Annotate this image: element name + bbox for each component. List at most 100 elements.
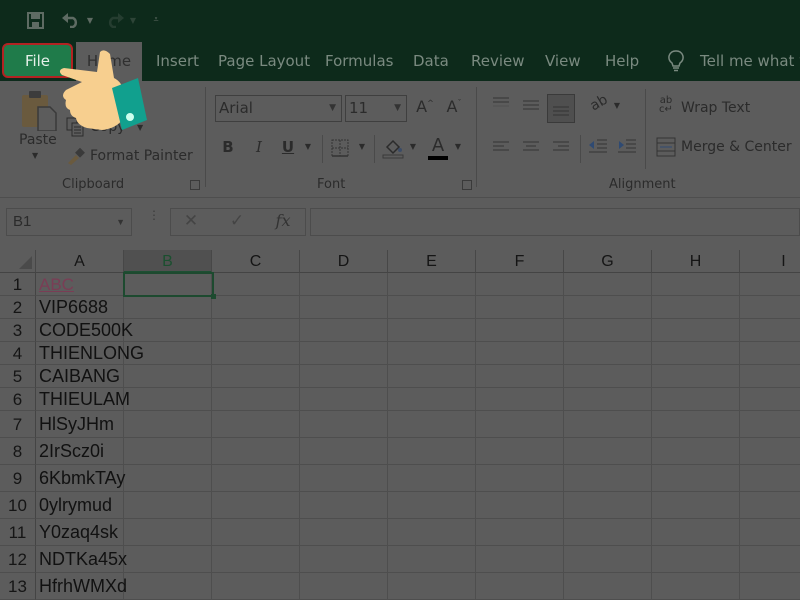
cell[interactable] bbox=[388, 438, 476, 465]
cell[interactable] bbox=[740, 438, 800, 465]
cell-a1[interactable]: ABC bbox=[36, 273, 124, 296]
cell[interactable] bbox=[124, 438, 212, 465]
column-header-f[interactable]: F bbox=[476, 250, 564, 273]
cell[interactable] bbox=[476, 319, 564, 342]
cell[interactable] bbox=[476, 411, 564, 438]
row-header[interactable]: 13 bbox=[0, 573, 36, 600]
cell[interactable] bbox=[476, 296, 564, 319]
cell[interactable] bbox=[124, 342, 212, 365]
name-box[interactable]: B1 ▼ bbox=[6, 208, 132, 236]
cell[interactable] bbox=[300, 273, 388, 296]
tab-view[interactable]: View bbox=[545, 42, 581, 81]
cell[interactable] bbox=[212, 319, 300, 342]
top-align-icon[interactable] bbox=[492, 97, 510, 109]
increase-font-size-icon[interactable]: A^ bbox=[415, 97, 435, 116]
cell[interactable] bbox=[212, 411, 300, 438]
cell[interactable] bbox=[564, 465, 652, 492]
tell-me-search[interactable]: Tell me what you want to do bbox=[700, 42, 800, 81]
cell[interactable] bbox=[124, 296, 212, 319]
cell[interactable] bbox=[652, 573, 740, 600]
cell[interactable] bbox=[124, 465, 212, 492]
fill-color-dropdown-icon[interactable]: ▼ bbox=[408, 142, 418, 151]
cell[interactable] bbox=[388, 411, 476, 438]
row-header[interactable]: 6 bbox=[0, 388, 36, 411]
cell[interactable] bbox=[300, 519, 388, 546]
cell[interactable] bbox=[564, 546, 652, 573]
row-header[interactable]: 7 bbox=[0, 411, 36, 438]
bottom-align-button[interactable] bbox=[547, 94, 575, 123]
decrease-indent-icon[interactable] bbox=[588, 138, 608, 154]
cell[interactable] bbox=[564, 273, 652, 296]
cell[interactable] bbox=[300, 296, 388, 319]
cell[interactable] bbox=[476, 388, 564, 411]
align-center-icon[interactable] bbox=[522, 141, 540, 153]
cell[interactable] bbox=[740, 342, 800, 365]
font-size-select[interactable]: 11 ▼ bbox=[345, 95, 407, 122]
cell[interactable] bbox=[212, 438, 300, 465]
cell[interactable] bbox=[388, 319, 476, 342]
cell[interactable] bbox=[564, 296, 652, 319]
cell[interactable] bbox=[300, 573, 388, 600]
cell[interactable] bbox=[212, 519, 300, 546]
cell[interactable] bbox=[388, 465, 476, 492]
cell[interactable] bbox=[212, 273, 300, 296]
row-header[interactable]: 3 bbox=[0, 319, 36, 342]
cell[interactable] bbox=[740, 319, 800, 342]
tab-insert[interactable]: Insert bbox=[156, 42, 199, 81]
cell-a9[interactable]: 6KbmkTAy bbox=[36, 465, 125, 492]
row-header[interactable]: 2 bbox=[0, 296, 36, 319]
cell[interactable] bbox=[388, 388, 476, 411]
row-header[interactable]: 5 bbox=[0, 365, 36, 388]
cell[interactable] bbox=[124, 519, 212, 546]
cell[interactable] bbox=[652, 519, 740, 546]
cell-a12[interactable]: NDTKa45x bbox=[36, 546, 127, 573]
cell[interactable] bbox=[652, 411, 740, 438]
formula-input[interactable] bbox=[310, 208, 800, 236]
cell[interactable] bbox=[388, 296, 476, 319]
active-cell-b1[interactable] bbox=[123, 272, 216, 299]
select-all-button[interactable] bbox=[0, 250, 36, 273]
cell[interactable] bbox=[300, 492, 388, 519]
cell[interactable] bbox=[300, 388, 388, 411]
cell[interactable] bbox=[212, 365, 300, 388]
cell[interactable] bbox=[124, 319, 212, 342]
underline-button[interactable]: U bbox=[280, 138, 296, 156]
cell[interactable] bbox=[300, 438, 388, 465]
cell[interactable] bbox=[212, 573, 300, 600]
cell[interactable] bbox=[476, 546, 564, 573]
fill-color-icon[interactable] bbox=[382, 137, 404, 159]
column-header-g[interactable]: G bbox=[564, 250, 652, 273]
cell[interactable] bbox=[740, 465, 800, 492]
row-header[interactable]: 9 bbox=[0, 465, 36, 492]
clipboard-launcher-icon[interactable] bbox=[190, 180, 200, 190]
cell[interactable] bbox=[300, 342, 388, 365]
orientation-dropdown-icon[interactable]: ▼ bbox=[612, 101, 622, 110]
tab-review[interactable]: Review bbox=[471, 42, 525, 81]
font-name-select[interactable]: Arial ▼ bbox=[215, 95, 342, 122]
cell[interactable] bbox=[652, 388, 740, 411]
column-header-a[interactable]: A bbox=[36, 250, 124, 273]
increase-indent-icon[interactable] bbox=[617, 138, 637, 154]
cell-a13[interactable]: HfrhWMXd bbox=[36, 573, 127, 600]
cell[interactable] bbox=[388, 342, 476, 365]
cell[interactable] bbox=[124, 492, 212, 519]
cell[interactable] bbox=[564, 365, 652, 388]
cell[interactable] bbox=[212, 492, 300, 519]
cell-a11[interactable]: Y0zaq4sk bbox=[36, 519, 124, 546]
cell[interactable] bbox=[476, 365, 564, 388]
cell[interactable] bbox=[652, 342, 740, 365]
tab-formulas[interactable]: Formulas bbox=[325, 42, 393, 81]
cell[interactable] bbox=[564, 411, 652, 438]
cell[interactable] bbox=[564, 388, 652, 411]
row-header[interactable]: 12 bbox=[0, 546, 36, 573]
cell[interactable] bbox=[476, 438, 564, 465]
undo-dropdown-icon[interactable]: ▼ bbox=[85, 10, 95, 30]
cell[interactable] bbox=[740, 388, 800, 411]
cell[interactable] bbox=[652, 465, 740, 492]
save-icon[interactable] bbox=[25, 10, 45, 30]
cell[interactable] bbox=[652, 438, 740, 465]
cell[interactable] bbox=[300, 411, 388, 438]
cell[interactable] bbox=[300, 365, 388, 388]
cell[interactable] bbox=[652, 319, 740, 342]
cell[interactable] bbox=[740, 573, 800, 600]
